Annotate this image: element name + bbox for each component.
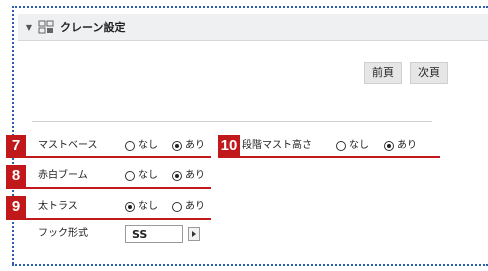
thick-truss-label: 太トラス [38, 201, 78, 212]
panel-header[interactable]: ▼ クレーン設定 [18, 14, 488, 41]
radio-on-icon [172, 141, 182, 151]
radio-on-icon [125, 202, 135, 212]
badge-9: 9 [6, 196, 26, 218]
mast-base-label: マストベース [38, 140, 98, 151]
hook-type-label: フック形式 [38, 228, 88, 239]
crane-settings-icon [38, 20, 54, 34]
red-white-boom-none-radio[interactable]: なし [125, 165, 158, 187]
red-white-boom-present-radio[interactable]: あり [172, 165, 205, 187]
stepped-mast-none-radio[interactable]: なし [336, 135, 369, 157]
panel-title: クレーン設定 [60, 21, 126, 34]
selection-border-top [12, 6, 488, 8]
caret-down-icon[interactable]: ▼ [22, 23, 36, 32]
stepped-mast-height-label: 段階マスト高さ [242, 140, 312, 151]
dropdown-arrow-icon[interactable] [188, 227, 200, 241]
badge-7: 7 [6, 135, 26, 157]
stepped-mast-present-radio[interactable]: あり [384, 135, 417, 157]
highlight-underline [6, 156, 211, 158]
next-page-button[interactable]: 次頁 [410, 62, 448, 84]
highlight-underline [6, 187, 211, 189]
thick-truss-none-radio[interactable]: なし [125, 196, 158, 218]
mast-base-present-radio[interactable]: あり [172, 135, 205, 157]
badge-10: 10 [218, 135, 240, 157]
highlight-underline [218, 156, 440, 158]
radio-off-icon [125, 141, 135, 151]
mast-base-none-radio[interactable]: なし [125, 135, 158, 157]
separator-line [32, 121, 432, 122]
radio-on-icon [384, 141, 394, 151]
badge-8: 8 [6, 165, 26, 187]
thick-truss-present-radio[interactable]: あり [172, 196, 205, 218]
highlight-underline [6, 218, 211, 220]
prev-page-button[interactable]: 前頁 [364, 62, 402, 84]
radio-off-icon [172, 202, 182, 212]
selection-border-bottom [12, 264, 488, 266]
hook-type-select[interactable]: SS [125, 225, 183, 243]
crane-settings-panel: ▼ クレーン設定 前頁 次頁 7 マストベース なし あり 10 段階マスト高さ… [6, 14, 488, 262]
radio-off-icon [125, 171, 135, 181]
red-white-boom-label: 赤白ブーム [38, 170, 88, 181]
radio-off-icon [336, 141, 346, 151]
radio-on-icon [172, 171, 182, 181]
